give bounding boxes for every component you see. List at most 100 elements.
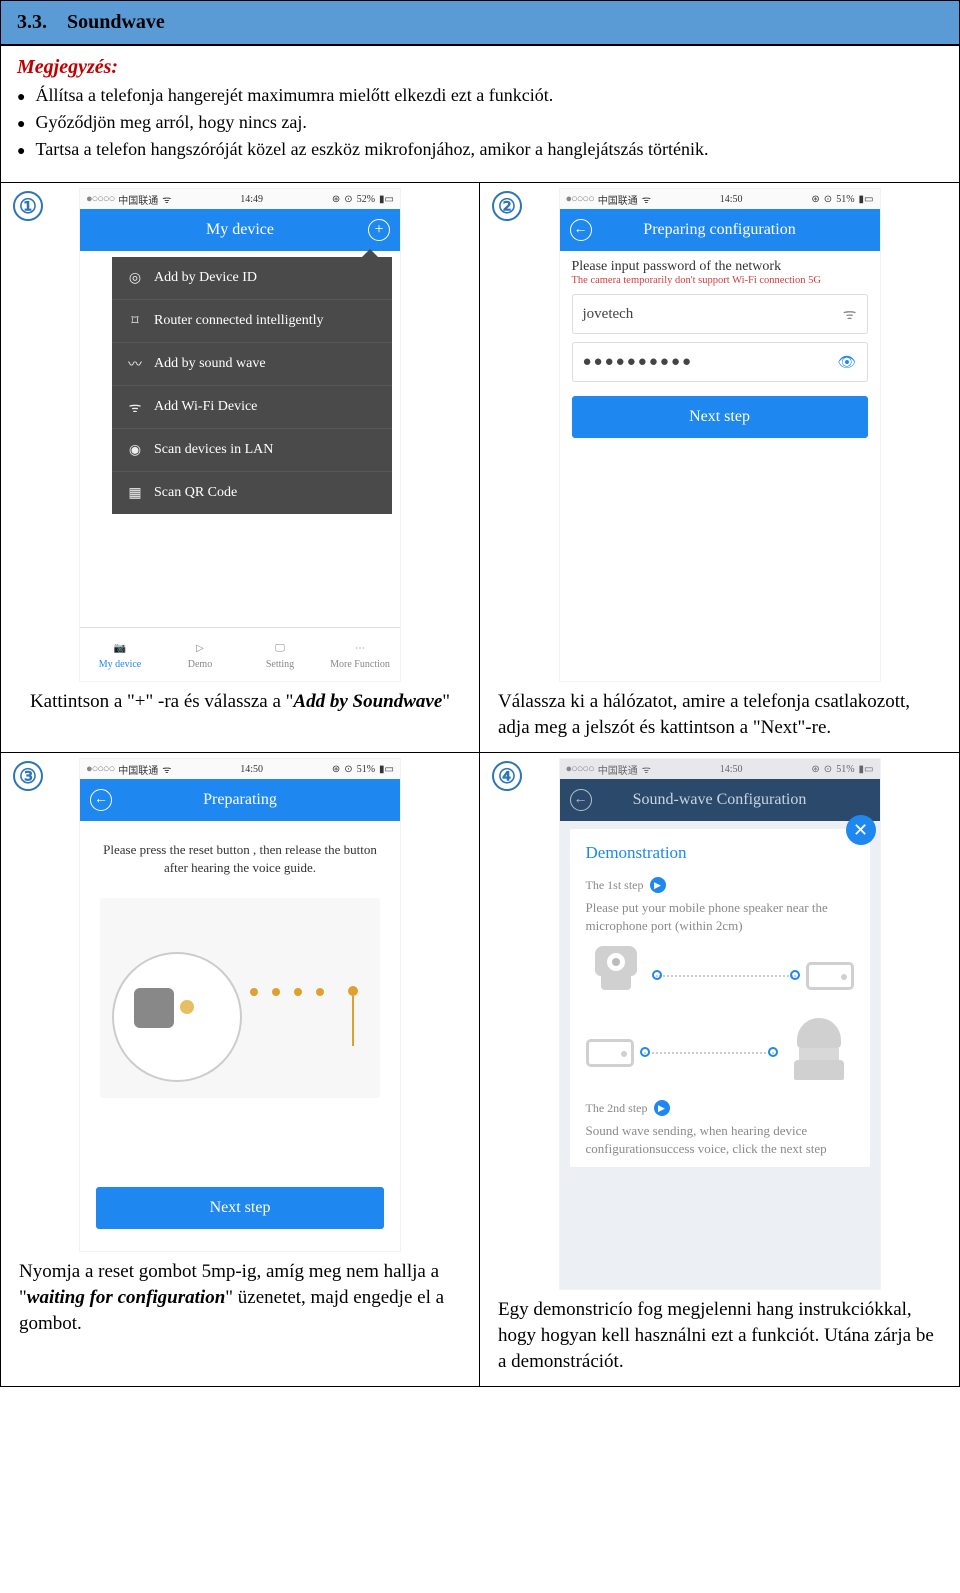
phone-screenshot-2: ●○○○○中国联通ᯤ 14:50 ⊛⊙51%▮▭ ← Preparing con… [560, 189, 880, 681]
monitor-icon: 🖵 [269, 639, 291, 657]
bullet-icon: ● [17, 117, 25, 133]
alarm-icon: ⊛ [332, 764, 340, 775]
demonstration-card: ✕ Demonstration The 1st step ▶ Please pu… [570, 829, 870, 1167]
menu-label: Scan devices in LAN [154, 442, 273, 458]
demo-step-2-text: Sound wave sending, when hearing device … [586, 1122, 854, 1157]
step-number-4: ④ [492, 761, 522, 791]
menu-add-by-device-id[interactable]: ◎ Add by Device ID [112, 257, 392, 300]
tab-setting[interactable]: 🖵Setting [240, 628, 320, 681]
clock-label: 14:49 [240, 194, 263, 205]
nav-title: Preparating [203, 791, 277, 809]
more-icon: ⋯ [349, 639, 371, 657]
step-number-1: ① [13, 191, 43, 221]
dotted-indicator [250, 988, 324, 996]
step3-caption: Nyomja a reset gombot 5mp-ig, amíg meg n… [19, 1259, 461, 1336]
dotted-link [644, 1052, 774, 1054]
target-icon: ◎ [126, 269, 144, 287]
step-number-3: ③ [13, 761, 43, 791]
note-text: Tartsa a telefon hangszóróját közel az e… [35, 139, 708, 160]
step-cell-1: ① ●○○○○中国联通ᯤ 14:49 ⊛⊙52%▮▭ My device + ◎… [1, 183, 480, 753]
tab-more[interactable]: ⋯More Function [320, 628, 400, 681]
menu-label: Router connected intelligently [154, 313, 324, 329]
add-menu-popover: ◎ Add by Device ID ⌑ Router connected inte… [112, 257, 392, 514]
phone-screenshot-4: ●○○○○中国联通ᯤ 14:50 ⊛⊙51%▮▭ ← Sound-wave Co… [560, 759, 880, 1289]
instruction-label: Please press the reset button , then rel… [92, 835, 388, 891]
note-item: ● Tartsa a telefon hangszóróját közel az … [17, 139, 943, 160]
password-field[interactable]: ●●●●●●●●●● 👁 [572, 342, 868, 382]
back-button[interactable]: ← [90, 789, 112, 811]
warning-label: The camera temporarily don't support Wi-… [572, 275, 868, 286]
menu-label: Add by sound wave [154, 356, 266, 372]
status-bar: ●○○○○中国联通ᯤ 14:50 ⊛⊙51%▮▭ [560, 189, 880, 209]
menu-label: Scan QR Code [154, 485, 237, 501]
step-cell-4: ④ ●○○○○中国联通ᯤ 14:50 ⊛⊙51%▮▭ ← Sound-wave … [480, 753, 959, 1386]
carrier-label: 中国联通 [598, 762, 638, 777]
demo-step-2-heading: The 2nd step ▶ [586, 1100, 854, 1116]
menu-scan-lan[interactable]: ◉Scan devices in LAN [112, 429, 392, 472]
reset-pin-icon [352, 996, 354, 1046]
alarm-icon: ⊛ [811, 764, 819, 775]
step-label: The 2nd step [586, 1101, 648, 1116]
nav-title: Preparing configuration [643, 221, 795, 239]
nav-title: Sound-wave Configuration [633, 791, 807, 809]
signal-icon: ●○○○○ [86, 193, 114, 205]
rotation-lock-icon: ⊙ [344, 194, 352, 205]
menu-label: Add by Device ID [154, 270, 257, 286]
wifi-icon: ᯤ [162, 192, 171, 206]
wifi-select-icon[interactable]: ᯤ [843, 304, 857, 324]
dotted-link [656, 975, 796, 977]
close-button[interactable]: ✕ [846, 815, 876, 845]
note-item: ●Győződjön meg arról, hogy nincs zaj. [17, 112, 943, 133]
play-icon: ▷ [189, 639, 211, 657]
caption-text: Kattintson a "+" -ra és válassza a " [30, 691, 293, 712]
step1-caption: Kattintson a "+" -ra és válassza a "Add … [19, 689, 461, 715]
eye-icon[interactable]: 👁 [837, 353, 856, 372]
battery-icon: ▮▭ [379, 194, 394, 205]
play-icon[interactable]: ▶ [650, 877, 666, 893]
ssid-field[interactable]: jovetech ᯤ [572, 294, 868, 334]
camera-icon: 📷 [109, 639, 131, 657]
step-cell-3: ③ ●○○○○中国联通ᯤ 14:50 ⊛⊙51%▮▭ ← Preparating… [1, 753, 480, 1386]
wifi-icon: ᯤ [162, 762, 171, 776]
back-button[interactable]: ← [570, 219, 592, 241]
menu-add-by-sound-wave[interactable]: 〰Add by sound wave [112, 343, 392, 386]
tab-label: My device [99, 659, 142, 670]
carrier-label: 中国联通 [118, 762, 158, 777]
menu-add-wifi-device[interactable]: ᯤ Add Wi-Fi Device [112, 386, 392, 429]
signal-icon: ●○○○○ [566, 193, 594, 205]
battery-label: 51% [357, 764, 375, 775]
menu-label: Add Wi-Fi Device [154, 399, 257, 415]
battery-icon: ▮▭ [859, 764, 874, 775]
wifi-icon: ᯤ [642, 762, 651, 776]
back-button[interactable]: ← [570, 789, 592, 811]
demo-step-1-text: Please put your mobile phone speaker nea… [586, 899, 854, 934]
play-icon[interactable]: ▶ [654, 1100, 670, 1116]
carrier-label: 中国联通 [598, 192, 638, 207]
bullet-icon: ● [17, 144, 25, 160]
menu-scan-qr[interactable]: ▦Scan QR Code [112, 472, 392, 514]
tab-my-device[interactable]: 📷 My device [80, 628, 160, 681]
signal-icon: ●○○○○ [86, 763, 114, 775]
next-step-button[interactable]: Next step [572, 396, 868, 438]
demo-row-camera-phone [586, 946, 854, 1006]
menu-router-intelligent[interactable]: ⌑ Router connected intelligently [112, 300, 392, 343]
tab-demo[interactable]: ▷Demo [160, 628, 240, 681]
router-icon: ⌑ [126, 312, 144, 330]
nav-title: My device [206, 221, 274, 239]
next-step-button[interactable]: Next step [96, 1187, 384, 1229]
notes-title: Megjegyzés: [17, 56, 943, 79]
wifi-add-icon: ᯤ [126, 398, 144, 416]
nav-bar: ← Sound-wave Configuration [560, 779, 880, 821]
note-text: Állítsa a telefonja hangerejét maximumra… [35, 85, 553, 106]
phone-screenshot-3: ●○○○○中国联通ᯤ 14:50 ⊛⊙51%▮▭ ← Preparating P… [80, 759, 400, 1251]
caption-emphasis: waiting for configuration [27, 1287, 226, 1308]
nav-bar: My device + [80, 209, 400, 251]
wifi-icon: ᯤ [642, 192, 651, 206]
password-value: ●●●●●●●●●● [583, 354, 694, 371]
demo-step-1-heading: The 1st step ▶ [586, 877, 854, 893]
add-button[interactable]: + [368, 219, 390, 241]
alarm-icon: ⊛ [332, 194, 340, 205]
notes-box: Megjegyzés: ● Állítsa a telefonja hangere… [1, 46, 959, 183]
status-bar: ●○○○○中国联通ᯤ 14:50 ⊛⊙51%▮▭ [80, 759, 400, 779]
demo-row-ptz-phone [586, 1018, 854, 1088]
